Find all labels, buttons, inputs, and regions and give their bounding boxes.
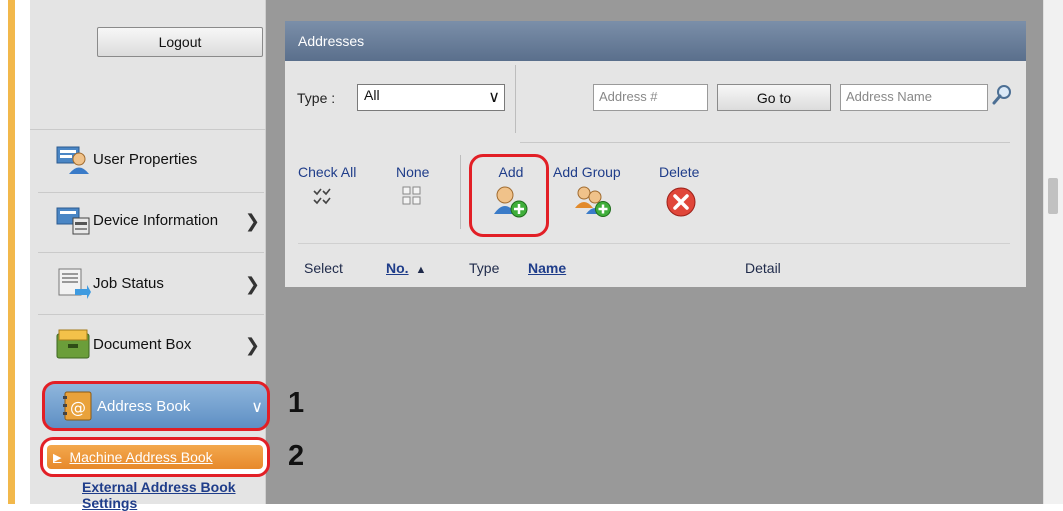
column-select: Select: [304, 260, 343, 276]
submenu-item-machine-address-book[interactable]: ▶ Machine Address Book: [47, 445, 263, 469]
left-accent-strip: [8, 0, 15, 504]
sidebar-item-label: Device Information: [93, 211, 219, 229]
machine-address-book-highlight: ▶ Machine Address Book: [40, 437, 270, 477]
toolbar-divider: [460, 155, 461, 229]
document-box-icon: [55, 328, 91, 360]
sidebar-item-job-status[interactable]: Job Status ❯: [38, 261, 264, 305]
toolbar-divider: [515, 65, 516, 133]
sort-ascending-icon: ▲: [415, 264, 427, 276]
check-all-label: Check All: [298, 164, 357, 180]
sidebar-divider: [30, 129, 266, 130]
chevron-down-icon: ∨: [488, 89, 500, 106]
logout-button[interactable]: Logout: [97, 27, 263, 57]
column-type: Type: [469, 260, 500, 276]
job-status-icon: [55, 267, 91, 299]
column-detail: Detail: [745, 260, 781, 276]
user-properties-icon: [55, 143, 91, 175]
step-label-1: 1: [288, 387, 305, 419]
submenu-item-label: Machine Address Book: [69, 449, 213, 465]
none-button[interactable]: None: [393, 164, 443, 211]
sidebar-divider: [38, 252, 264, 253]
sidebar-item-device-information[interactable]: Device Information ❯: [38, 198, 264, 242]
vertical-scrollbar[interactable]: [1043, 0, 1063, 504]
none-label: None: [396, 164, 430, 180]
sidebar-item-address-book[interactable]: @ Address Book ∨: [42, 381, 270, 431]
chevron-right-icon: ❯: [244, 335, 260, 355]
sidebar-item-label: User Properties: [93, 150, 198, 168]
delete-label: Delete: [659, 164, 700, 180]
sidebar-item-label: Address Book: [97, 397, 191, 415]
add-label: Add: [498, 164, 524, 180]
search-icon[interactable]: [991, 84, 1013, 106]
arrow-right-icon: ▶: [53, 451, 62, 464]
delete-icon: [666, 187, 696, 217]
sidebar-item-document-box[interactable]: Document Box ❯: [38, 322, 264, 366]
panel-divider: [520, 142, 1010, 143]
device-information-icon: [55, 204, 91, 236]
chevron-right-icon: ❯: [244, 211, 260, 231]
address-number-input[interactable]: Address #: [593, 84, 708, 111]
add-button[interactable]: Add: [486, 164, 536, 223]
add-group-button[interactable]: Add Group: [553, 164, 639, 223]
step-label-2: 2: [288, 440, 305, 472]
column-name[interactable]: Name: [528, 260, 566, 276]
left-gap: [15, 0, 30, 504]
sidebar-divider: [38, 314, 264, 315]
scrollbar-thumb[interactable]: [1048, 178, 1058, 214]
delete-button[interactable]: Delete: [659, 164, 715, 223]
check-all-icon: [313, 188, 331, 205]
panel-divider: [298, 243, 1010, 244]
type-label: Type :: [297, 90, 336, 106]
address-name-input[interactable]: Address Name: [840, 84, 988, 111]
add-user-icon: [494, 186, 528, 218]
chevron-down-icon: ∨: [251, 399, 263, 416]
sidebar-divider: [38, 192, 264, 193]
sidebar-item-label: Document Box: [93, 335, 192, 353]
check-all-button[interactable]: Check All: [298, 164, 378, 211]
add-group-label: Add Group: [553, 164, 621, 180]
type-select-value: All: [364, 87, 380, 103]
sidebar-item-user-properties[interactable]: User Properties: [38, 137, 264, 181]
svg-text:@: @: [70, 398, 86, 417]
column-number-label: No.: [386, 260, 409, 276]
chevron-right-icon: ❯: [244, 274, 260, 294]
type-select[interactable]: All ∨: [357, 84, 505, 111]
panel-title: Addresses: [285, 21, 1026, 61]
uncheck-all-icon: [402, 186, 421, 205]
address-book-icon: @: [59, 390, 95, 422]
goto-button[interactable]: Go to: [717, 84, 831, 111]
sidebar-item-label: Job Status: [93, 274, 164, 292]
add-group-icon: [575, 186, 611, 217]
column-number[interactable]: No. ▲: [386, 260, 426, 276]
submenu-item-external-address-book[interactable]: External Address Book Settings: [82, 479, 262, 511]
